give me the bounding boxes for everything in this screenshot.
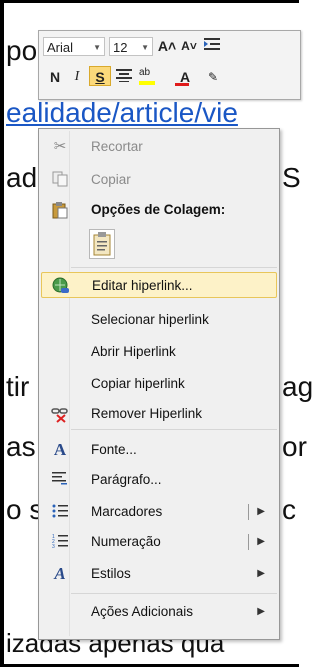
doc-text-fragment: tir [6, 371, 30, 402]
doc-text-fragment: as [6, 431, 36, 462]
highlight-button[interactable]: ab [137, 67, 167, 87]
font-name-select[interactable]: Arial ▼ [43, 37, 105, 56]
highlight-label: ab [139, 67, 151, 78]
menu-item-copy[interactable]: Copiar [41, 167, 277, 193]
menu-separator [71, 593, 277, 594]
chevron-down-icon: ▼ [93, 43, 101, 52]
menu-item-label: Copiar hiperlink [91, 376, 185, 391]
shrink-font-button[interactable]: A˅ [179, 36, 199, 56]
menu-item-label: Ações Adicionais [91, 604, 194, 619]
font-size-select[interactable]: 12 ▼ [109, 37, 153, 56]
doc-hyperlink[interactable]: ealidade/article/vie [6, 98, 238, 128]
menu-item-styles[interactable]: A Estilos ▶ [41, 561, 277, 587]
submenu-split-divider [248, 504, 249, 520]
doc-text-fragment: S [282, 162, 301, 193]
paragraph-icon [51, 471, 69, 489]
chevron-right-icon: ▶ [257, 606, 265, 617]
menu-item-remove-hyperlink[interactable]: Remover Hiperlink [41, 401, 277, 427]
menu-item-label: Abrir Hiperlink [91, 344, 176, 359]
svg-text:3: 3 [52, 544, 55, 549]
submenu-split-divider [248, 534, 249, 550]
paste-text-only-icon [93, 232, 111, 256]
menu-item-label: Parágrafo... [91, 472, 162, 487]
italic-button[interactable]: I [67, 67, 87, 87]
menu-separator [71, 267, 277, 268]
numbering-icon: 123 [51, 533, 69, 551]
menu-item-numbering[interactable]: 123 Numeração ▶ [41, 529, 277, 555]
mini-toolbar: Arial ▼ 12 ▼ A˄ A˅ N I S ab A ✎ [38, 30, 301, 100]
doc-text-fragment: ag [282, 371, 314, 402]
window-frame-top [0, 0, 299, 3]
doc-text-fragment: c [282, 494, 296, 525]
underline-button[interactable]: S [89, 66, 111, 86]
chevron-right-icon[interactable]: ▶ [257, 499, 265, 525]
font-icon: A [53, 440, 67, 459]
chevron-down-icon: ▼ [141, 43, 149, 52]
doc-text-fragment: or [282, 431, 307, 462]
indent-icon [204, 38, 220, 50]
menu-item-label: Numeração [91, 534, 161, 549]
context-menu: ✂ Recortar Copiar Opções de Colagem: Edi… [38, 128, 280, 640]
menu-heading-paste-options: Opções de Colagem: [41, 197, 277, 223]
menu-item-font[interactable]: A Fonte... [41, 437, 277, 463]
menu-item-open-hyperlink[interactable]: Abrir Hiperlink [41, 339, 277, 365]
copy-icon [51, 171, 69, 189]
paste-keep-text-only-button[interactable] [89, 229, 115, 259]
menu-item-label: Selecionar hiperlink [91, 312, 209, 327]
menu-item-bullets[interactable]: Marcadores ▶ [41, 499, 277, 525]
highlight-color-swatch [139, 81, 155, 85]
font-size-value: 12 [113, 40, 128, 55]
menu-separator [71, 429, 277, 430]
menu-item-label: Recortar [91, 139, 143, 154]
font-color-button[interactable]: A [171, 67, 199, 87]
bullets-icon [51, 503, 69, 521]
edit-hyperlink-icon [52, 277, 70, 295]
menu-item-edit-hyperlink[interactable]: Editar hiperlink... [41, 272, 277, 298]
menu-item-select-hyperlink[interactable]: Selecionar hiperlink [41, 307, 277, 333]
menu-item-paragraph[interactable]: Parágrafo... [41, 467, 277, 493]
menu-item-copy-hyperlink[interactable]: Copiar hiperlink [41, 371, 277, 397]
styles-icon: A [54, 564, 66, 583]
align-center-icon [116, 69, 132, 82]
chevron-right-icon[interactable]: ▶ [257, 529, 265, 555]
menu-item-label: Marcadores [91, 504, 163, 519]
menu-item-label: Remover Hiperlink [91, 406, 203, 421]
doc-text-fragment: ad [6, 162, 38, 193]
indent-button[interactable] [201, 36, 223, 56]
font-color-swatch [175, 83, 189, 86]
font-name-value: Arial [47, 40, 74, 55]
menu-item-additional-actions[interactable]: Ações Adicionais ▶ [41, 599, 277, 625]
doc-text-fragment: po [6, 35, 38, 66]
menu-item-label: Fonte... [91, 442, 137, 457]
format-painter-icon: ✎ [207, 70, 219, 84]
menu-item-cut[interactable]: ✂ Recortar [41, 134, 277, 160]
menu-item-label: Estilos [91, 566, 131, 581]
grow-font-button[interactable]: A˄ [157, 36, 177, 56]
menu-item-label: Editar hiperlink... [92, 278, 193, 293]
format-painter-button[interactable]: ✎ [203, 67, 223, 87]
menu-item-label: Copiar [91, 172, 131, 187]
center-align-button[interactable] [113, 67, 135, 87]
paste-icon [51, 201, 69, 219]
scissors-icon: ✂ [53, 138, 67, 155]
window-frame-left [0, 0, 4, 667]
bold-button[interactable]: N [45, 67, 65, 87]
remove-hyperlink-icon [51, 405, 69, 423]
menu-heading-label: Opções de Colagem: [91, 202, 226, 217]
chevron-right-icon: ▶ [257, 568, 265, 579]
